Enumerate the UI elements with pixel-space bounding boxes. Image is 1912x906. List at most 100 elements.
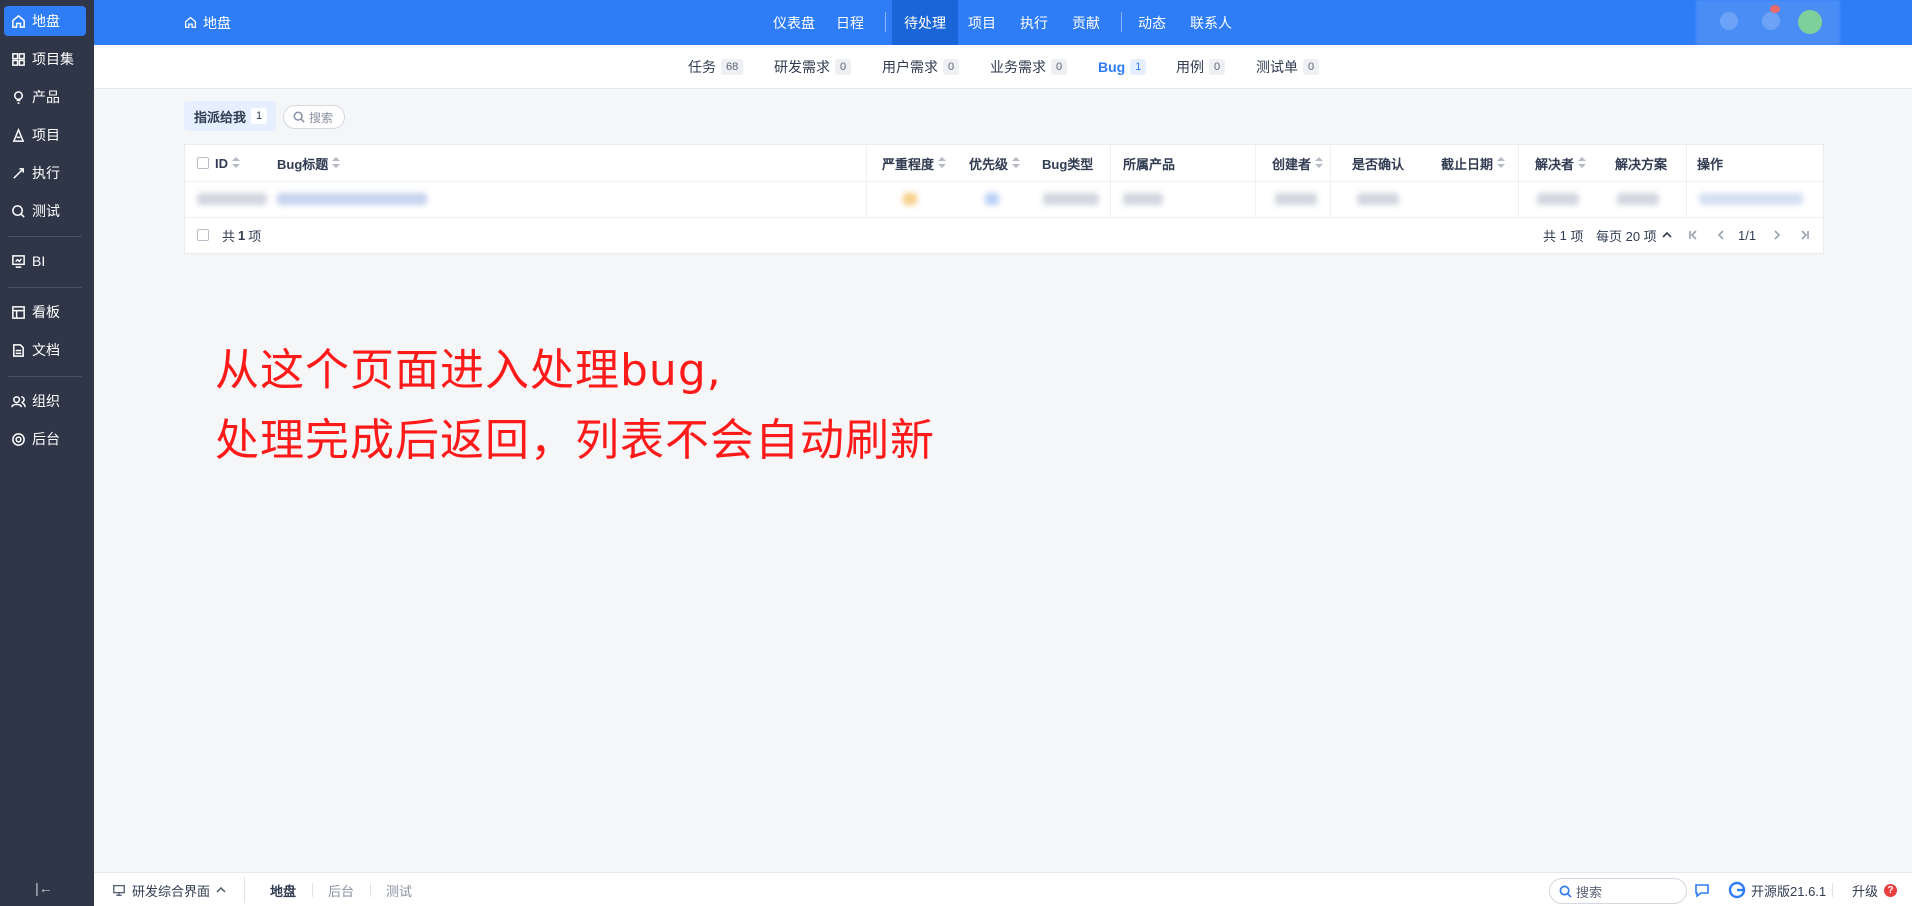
upgrade-button[interactable]: 升级 ? — [1852, 873, 1898, 906]
nav-execution[interactable]: 执行 — [1012, 0, 1056, 45]
column-title[interactable]: Bug标题 — [277, 145, 341, 181]
nav-contribution[interactable]: 贡献 — [1064, 0, 1108, 45]
sidebar-item-label: 项目集 — [32, 51, 74, 67]
column-label: 操作 — [1697, 156, 1724, 172]
blurred-cell — [1275, 193, 1317, 205]
bottom-crumb-admin[interactable]: 后台 — [328, 873, 354, 906]
add-icon[interactable] — [1720, 12, 1738, 30]
tab-label: 任务 — [688, 59, 716, 75]
sidebar-item-doc[interactable]: 文档 — [4, 335, 86, 365]
sort-icon — [1578, 157, 1587, 169]
sidebar-item-project[interactable]: 项目 — [4, 120, 86, 150]
blurred-cell — [1617, 193, 1659, 205]
sidebar-item-product[interactable]: 产品 — [4, 82, 86, 112]
nav-contacts[interactable]: 联系人 — [1182, 0, 1240, 45]
pager-total: 共 1 项 — [1543, 217, 1584, 253]
page-indicator: 1/1 — [1738, 227, 1757, 243]
sidebar-item-admin[interactable]: 后台 — [4, 424, 86, 454]
search-label: 搜索 — [309, 110, 334, 125]
version-info[interactable]: 开源版21.6.1 — [1727, 873, 1826, 906]
gear-icon — [10, 431, 26, 447]
notification-icon[interactable] — [1762, 12, 1780, 30]
workspace-switcher[interactable]: 研发综合界面 — [112, 873, 226, 906]
action-icons[interactable] — [1699, 193, 1803, 205]
grid-icon — [10, 51, 26, 67]
tab-count: 0 — [1209, 59, 1226, 75]
column-label: Bug标题 — [277, 156, 329, 172]
nav-activity[interactable]: 动态 — [1130, 0, 1174, 45]
tab-requirement[interactable]: 用户需求 0 — [882, 45, 960, 89]
bottom-crumb-test[interactable]: 测试 — [386, 873, 412, 906]
blurred-cell — [1043, 193, 1099, 205]
sidebar-item-test[interactable]: 测试 — [4, 196, 86, 226]
notification-badge — [1770, 5, 1780, 13]
total-number: 1 — [238, 227, 246, 243]
total-prefix: 共 — [222, 228, 236, 244]
home-icon — [184, 16, 197, 29]
select-all-checkbox[interactable] — [197, 157, 209, 169]
blurred-cell — [277, 193, 427, 205]
avatar[interactable] — [1798, 10, 1822, 34]
column-deadline[interactable]: 截止日期 — [1441, 145, 1506, 181]
sidebar-divider — [8, 287, 82, 288]
sidebar-item-execution[interactable]: 执行 — [4, 158, 86, 188]
per-page-select[interactable]: 每页 20 项 — [1596, 217, 1672, 253]
sidebar-item-org[interactable]: 组织 — [4, 386, 86, 416]
nav-project[interactable]: 项目 — [960, 0, 1004, 45]
prev-page-button[interactable] — [1713, 217, 1729, 253]
nav-dashboard[interactable]: 仪表盘 — [764, 0, 824, 45]
sidebar-divider — [8, 236, 82, 237]
search-button[interactable]: 搜索 — [283, 105, 345, 129]
column-label: ID — [215, 155, 228, 171]
bulb-icon — [10, 89, 26, 105]
column-resolver[interactable]: 解决者 — [1535, 145, 1587, 181]
global-search-input[interactable]: 搜索 — [1549, 878, 1687, 904]
breadcrumb[interactable]: 地盘 — [184, 0, 231, 45]
column-label: 优先级 — [969, 156, 1009, 172]
tab-count: 68 — [721, 59, 744, 75]
nav-divider — [1121, 12, 1122, 32]
tab-bug[interactable]: Bug 1 — [1098, 45, 1147, 89]
sidebar-item-bi[interactable]: BI — [4, 246, 86, 276]
bottom-divider — [312, 883, 313, 897]
tab-story[interactable]: 研发需求 0 — [774, 45, 852, 89]
sidebar-item-label: 地盘 — [32, 13, 60, 29]
last-page-button[interactable] — [1797, 217, 1813, 253]
sidebar-item-kanban[interactable]: 看板 — [4, 297, 86, 327]
total-count: 共1项 — [222, 217, 261, 253]
column-label: 解决者 — [1535, 156, 1575, 172]
project-icon — [10, 127, 26, 143]
chat-ai-icon[interactable] — [1694, 873, 1712, 906]
tab-epic[interactable]: 业务需求 0 — [990, 45, 1068, 89]
nav-calendar[interactable]: 日程 — [828, 0, 872, 45]
severity-badge — [903, 193, 917, 205]
sidebar-item-label: 组织 — [32, 393, 60, 409]
column-severity[interactable]: 严重程度 — [882, 145, 947, 181]
tab-task[interactable]: 任务 68 — [688, 45, 744, 89]
pager-total-number: 1 — [1559, 227, 1567, 243]
sidebar-item-program[interactable]: 项目集 — [4, 44, 86, 74]
tab-label: 用户需求 — [882, 59, 938, 75]
bottom-divider — [370, 883, 371, 897]
column-id[interactable]: ID — [215, 145, 240, 181]
tab-testtask[interactable]: 测试单 0 — [1256, 45, 1320, 89]
first-page-button[interactable] — [1685, 217, 1701, 253]
column-creator[interactable]: 创建者 — [1272, 145, 1324, 181]
column-product: 所属产品 — [1123, 145, 1175, 181]
column-label: 所属产品 — [1123, 156, 1176, 172]
next-page-button[interactable] — [1769, 217, 1785, 253]
column-label: Bug类型 — [1042, 156, 1094, 172]
sidebar-item-label: 项目 — [32, 127, 60, 143]
sort-icon — [1497, 157, 1506, 169]
filter-assigned-to-me[interactable]: 指派给我 1 — [184, 101, 276, 131]
nav-todo[interactable]: 待处理 — [892, 0, 958, 45]
column-priority[interactable]: 优先级 — [969, 145, 1021, 181]
tab-testcase[interactable]: 用例 0 — [1176, 45, 1226, 89]
bottom-crumb-dashboard[interactable]: 地盘 — [270, 873, 296, 906]
collapse-sidebar-icon[interactable]: |← — [34, 880, 54, 898]
sidebar-item-dashboard[interactable]: 地盘 — [4, 6, 86, 36]
footer-checkbox[interactable] — [197, 229, 209, 241]
first-page-icon — [1689, 230, 1697, 240]
tab-count: 0 — [1051, 59, 1068, 75]
tab-count: 0 — [943, 59, 960, 75]
